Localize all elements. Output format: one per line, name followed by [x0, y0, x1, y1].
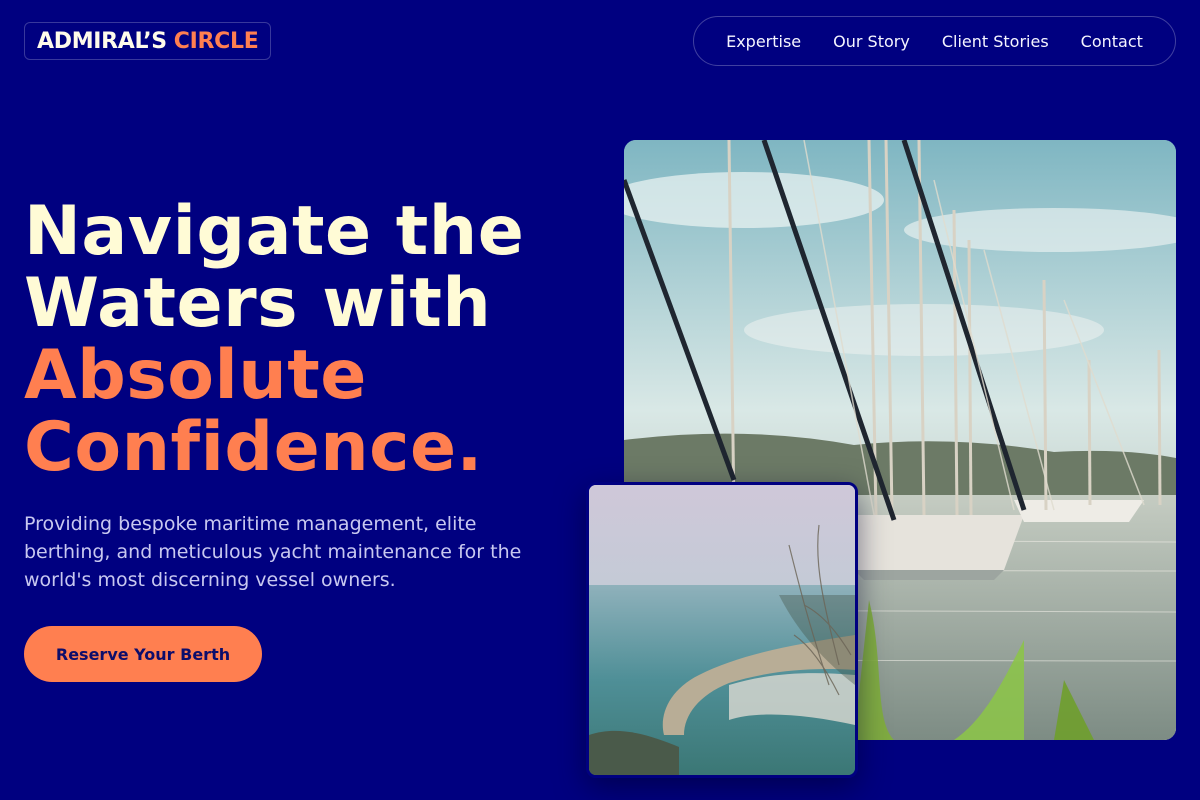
headline-line-1: Navigate the [24, 192, 525, 271]
brand-logo[interactable]: ADMIRAL’S CIRCLE [24, 22, 272, 60]
nav-item-expertise[interactable]: Expertise [726, 32, 801, 51]
main-nav: Expertise Our Story Client Stories Conta… [693, 16, 1176, 66]
nav-item-contact[interactable]: Contact [1081, 32, 1143, 51]
headline-line-4: Confidence. [24, 408, 483, 487]
coastal-harbor-aerial-photo [586, 482, 858, 778]
headline-line-3: Absolute [24, 336, 367, 415]
reserve-berth-button[interactable]: Reserve Your Berth [24, 626, 262, 682]
brand-word-admirals: ADMIRAL’S [37, 28, 167, 54]
headline-line-2: Waters with [24, 264, 492, 343]
hero-headline: Navigate the Waters with Absolute Confid… [24, 196, 524, 484]
nav-item-client-stories[interactable]: Client Stories [942, 32, 1049, 51]
hero-subtitle: Providing bespoke maritime management, e… [24, 513, 522, 591]
nav-item-our-story[interactable]: Our Story [833, 32, 910, 51]
brand-word-circle: CIRCLE [173, 28, 259, 54]
